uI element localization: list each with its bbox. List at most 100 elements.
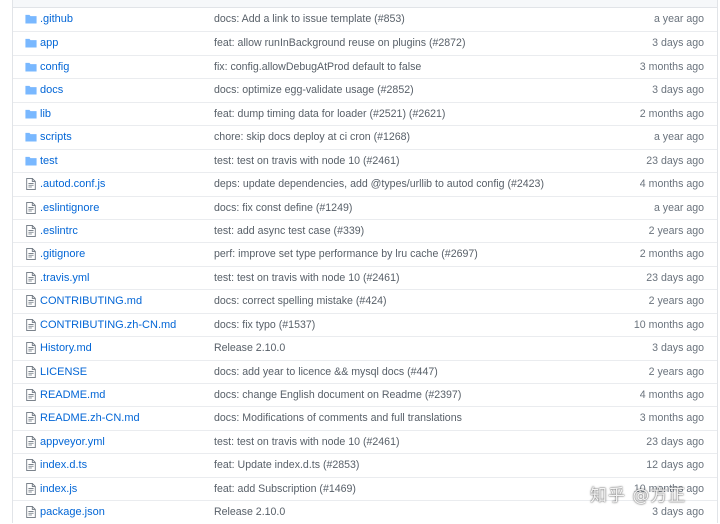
commit-age: 2 months ago xyxy=(639,248,704,261)
file-name-link[interactable]: CONTRIBUTING.md xyxy=(40,295,142,308)
commit-message-link[interactable]: perf: improve set type performance by lr… xyxy=(214,248,478,261)
file-row: .eslintrc test: add async test case (#33… xyxy=(13,218,717,242)
commit-message-link[interactable]: test: test on travis with node 10 (#2461… xyxy=(214,436,400,449)
commit-age: 3 days ago xyxy=(652,37,704,50)
file-row: docs docs: optimize egg-validate usage (… xyxy=(13,78,717,101)
file-icon xyxy=(25,342,37,355)
commit-message-link[interactable]: docs: add year to licence && mysql docs … xyxy=(214,366,438,379)
commit-age: a year ago xyxy=(653,201,704,214)
folder-icon xyxy=(25,108,37,120)
commit-message-link[interactable]: docs: correct spelling mistake (#424) xyxy=(214,295,387,308)
file-name-link[interactable]: app xyxy=(40,37,58,50)
commit-age: 2 months ago xyxy=(639,107,704,120)
commit-message-link[interactable]: feat: add Subscription (#1469) xyxy=(214,483,356,496)
file-row: index.js feat: add Subscription (#1469) … xyxy=(13,476,717,500)
folder-icon xyxy=(25,84,37,96)
file-row: .gitignore perf: improve set type perfor… xyxy=(13,242,717,265)
commit-age: 4 months ago xyxy=(639,178,704,191)
file-row: .eslintignore docs: fix const define (#1… xyxy=(13,195,717,219)
commit-message-link[interactable]: test: test on travis with node 10 (#2461… xyxy=(214,155,400,168)
commit-message-link[interactable]: feat: allow runInBackground reuse on plu… xyxy=(214,37,465,50)
file-name-link[interactable]: config xyxy=(40,61,69,74)
file-row: History.md Release 2.10.0 3 days ago xyxy=(13,336,717,359)
commit-age: 23 days ago xyxy=(646,435,704,448)
file-name-link[interactable]: .eslintrc xyxy=(40,225,78,238)
file-row: index.d.ts feat: Update index.d.ts (#285… xyxy=(13,453,717,476)
commit-message-link[interactable]: test: test on travis with node 10 (#2461… xyxy=(214,272,400,285)
folder-icon xyxy=(25,61,37,73)
commit-message-link[interactable]: chore: skip docs deploy at ci cron (#126… xyxy=(214,131,410,144)
commit-age: 2 years ago xyxy=(648,295,704,308)
commit-age: 3 days ago xyxy=(652,506,704,519)
file-icon xyxy=(25,389,37,401)
file-name-link[interactable]: .github xyxy=(40,13,73,26)
commit-message-link[interactable]: deps: update dependencies, add @types/ur… xyxy=(214,178,544,191)
commit-message-link[interactable]: Release 2.10.0 xyxy=(214,342,285,355)
file-name-link[interactable]: scripts xyxy=(40,131,72,144)
file-row: README.zh-CN.md docs: Modifications of c… xyxy=(13,406,717,429)
file-name-link[interactable]: index.js xyxy=(40,483,77,496)
commit-message-link[interactable]: test: add async test case (#339) xyxy=(214,225,364,238)
file-name-link[interactable]: index.d.ts xyxy=(40,459,87,472)
file-name-link[interactable]: .travis.yml xyxy=(40,272,90,285)
folder-icon xyxy=(25,155,37,167)
file-name-link[interactable]: appveyor.yml xyxy=(40,436,105,449)
commit-message-link[interactable]: feat: Update index.d.ts (#2853) xyxy=(214,459,359,472)
commit-age: 2 years ago xyxy=(648,224,704,237)
file-name-link[interactable]: test xyxy=(40,155,58,168)
file-icon xyxy=(25,178,37,191)
commit-message-link[interactable]: docs: change English document on Readme … xyxy=(214,389,461,402)
file-row: CONTRIBUTING.zh-CN.md docs: fix typo (#1… xyxy=(13,312,717,336)
file-icon xyxy=(25,482,37,495)
commit-message-link[interactable]: docs: optimize egg-validate usage (#2852… xyxy=(214,84,414,97)
file-row: .github docs: Add a link to issue templa… xyxy=(13,8,717,31)
file-name-link[interactable]: History.md xyxy=(40,342,92,355)
file-row: scripts chore: skip docs deploy at ci cr… xyxy=(13,125,717,148)
file-name-link[interactable]: .gitignore xyxy=(40,248,85,261)
file-name-link[interactable]: .autod.conf.js xyxy=(40,178,105,191)
commit-age: 2 years ago xyxy=(648,365,704,378)
file-icon xyxy=(25,459,37,472)
commit-message-link[interactable]: docs: fix const define (#1249) xyxy=(214,202,352,215)
file-icon xyxy=(25,506,37,519)
file-name-link[interactable]: README.zh-CN.md xyxy=(40,412,140,425)
file-name-link[interactable]: CONTRIBUTING.zh-CN.md xyxy=(40,319,176,332)
folder-icon xyxy=(25,13,37,25)
file-row: app feat: allow runInBackground reuse on… xyxy=(13,31,717,54)
file-icon xyxy=(25,412,37,425)
commit-age: 10 months ago xyxy=(633,318,704,331)
file-icon xyxy=(25,224,37,237)
commit-message-link[interactable]: docs: fix typo (#1537) xyxy=(214,319,315,332)
commit-message-link[interactable]: feat: dump timing data for loader (#2521… xyxy=(214,108,445,121)
file-list: .github docs: Add a link to issue templa… xyxy=(12,0,718,523)
file-name-link[interactable]: LICENSE xyxy=(40,366,87,379)
file-rows: .github docs: Add a link to issue templa… xyxy=(13,8,717,524)
commit-message-link[interactable]: fix: config.allowDebugAtProd default to … xyxy=(214,61,421,74)
file-name-link[interactable]: README.md xyxy=(40,389,105,402)
commit-age: 3 days ago xyxy=(652,84,704,97)
commit-age: 3 months ago xyxy=(639,60,704,73)
file-name-link[interactable]: package.json xyxy=(40,506,105,519)
folder-icon xyxy=(25,131,37,143)
file-row: CONTRIBUTING.md docs: correct spelling m… xyxy=(13,289,717,312)
file-name-link[interactable]: docs xyxy=(40,84,63,97)
file-icon xyxy=(25,295,37,308)
file-row: config fix: config.allowDebugAtProd defa… xyxy=(13,54,717,78)
folder-icon xyxy=(25,37,37,49)
file-row: lib feat: dump timing data for loader (#… xyxy=(13,101,717,125)
commit-age: 23 days ago xyxy=(646,154,704,167)
file-row: README.md docs: change English document … xyxy=(13,383,717,406)
file-icon xyxy=(25,365,37,378)
commit-age: 12 days ago xyxy=(646,459,704,472)
commit-message-link[interactable]: Release 2.10.0 xyxy=(214,506,285,519)
file-name-link[interactable]: lib xyxy=(40,108,51,121)
commit-message-link[interactable]: docs: Modifications of comments and full… xyxy=(214,412,462,425)
file-row: test test: test on travis with node 10 (… xyxy=(13,148,717,172)
file-icon xyxy=(25,318,37,331)
file-icon xyxy=(25,271,37,284)
commit-message-link[interactable]: docs: Add a link to issue template (#853… xyxy=(214,13,405,26)
commit-age: 3 days ago xyxy=(652,342,704,355)
file-row: package.json Release 2.10.0 3 days ago xyxy=(13,500,717,523)
commit-age: a year ago xyxy=(653,13,704,25)
file-name-link[interactable]: .eslintignore xyxy=(40,202,99,215)
